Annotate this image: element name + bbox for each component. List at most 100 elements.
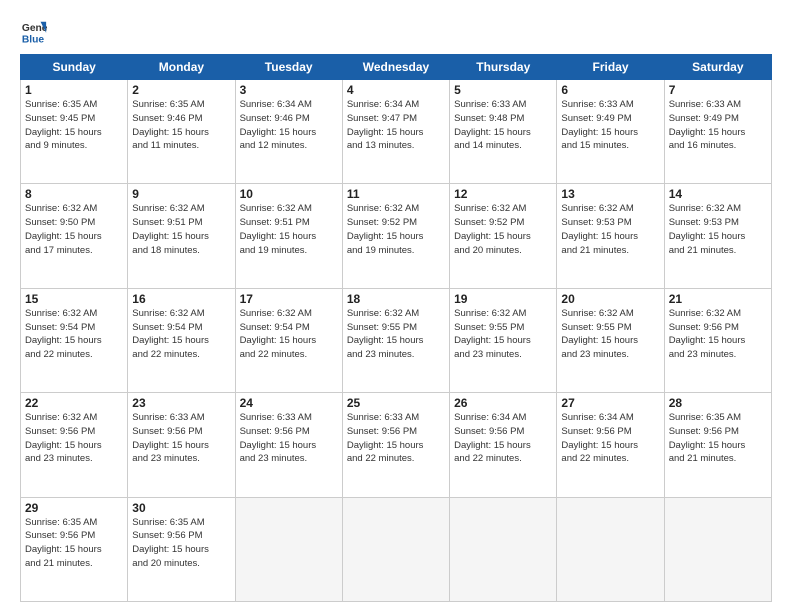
calendar-cell: 18Sunrise: 6:32 AMSunset: 9:55 PMDayligh… <box>342 288 449 392</box>
svg-text:Blue: Blue <box>22 34 45 45</box>
calendar-body: 1Sunrise: 6:35 AMSunset: 9:45 PMDaylight… <box>21 80 772 602</box>
calendar-cell: 30Sunrise: 6:35 AMSunset: 9:56 PMDayligh… <box>128 497 235 601</box>
day-number: 15 <box>25 292 123 306</box>
day-number: 3 <box>240 83 338 97</box>
day-number: 2 <box>132 83 230 97</box>
calendar-cell: 29Sunrise: 6:35 AMSunset: 9:56 PMDayligh… <box>21 497 128 601</box>
day-number: 9 <box>132 187 230 201</box>
day-number: 26 <box>454 396 552 410</box>
day-info: Sunrise: 6:32 AMSunset: 9:54 PMDaylight:… <box>240 307 338 362</box>
calendar-cell: 16Sunrise: 6:32 AMSunset: 9:54 PMDayligh… <box>128 288 235 392</box>
day-info: Sunrise: 6:32 AMSunset: 9:55 PMDaylight:… <box>454 307 552 362</box>
day-info: Sunrise: 6:32 AMSunset: 9:50 PMDaylight:… <box>25 202 123 257</box>
calendar-cell: 21Sunrise: 6:32 AMSunset: 9:56 PMDayligh… <box>664 288 771 392</box>
calendar-cell: 11Sunrise: 6:32 AMSunset: 9:52 PMDayligh… <box>342 184 449 288</box>
header: General Blue <box>20 18 772 46</box>
calendar-cell: 5Sunrise: 6:33 AMSunset: 9:48 PMDaylight… <box>450 80 557 184</box>
calendar-cell: 9Sunrise: 6:32 AMSunset: 9:51 PMDaylight… <box>128 184 235 288</box>
day-number: 17 <box>240 292 338 306</box>
day-number: 10 <box>240 187 338 201</box>
day-info: Sunrise: 6:33 AMSunset: 9:56 PMDaylight:… <box>347 411 445 466</box>
calendar-cell: 27Sunrise: 6:34 AMSunset: 9:56 PMDayligh… <box>557 393 664 497</box>
calendar-week-2: 8Sunrise: 6:32 AMSunset: 9:50 PMDaylight… <box>21 184 772 288</box>
day-info: Sunrise: 6:32 AMSunset: 9:54 PMDaylight:… <box>132 307 230 362</box>
weekday-header-friday: Friday <box>557 55 664 80</box>
calendar-cell <box>664 497 771 601</box>
calendar-cell: 26Sunrise: 6:34 AMSunset: 9:56 PMDayligh… <box>450 393 557 497</box>
day-number: 22 <box>25 396 123 410</box>
calendar-cell: 8Sunrise: 6:32 AMSunset: 9:50 PMDaylight… <box>21 184 128 288</box>
day-number: 30 <box>132 501 230 515</box>
day-number: 27 <box>561 396 659 410</box>
day-number: 18 <box>347 292 445 306</box>
calendar-cell: 10Sunrise: 6:32 AMSunset: 9:51 PMDayligh… <box>235 184 342 288</box>
day-info: Sunrise: 6:35 AMSunset: 9:56 PMDaylight:… <box>25 516 123 571</box>
day-info: Sunrise: 6:35 AMSunset: 9:46 PMDaylight:… <box>132 98 230 153</box>
calendar-cell: 24Sunrise: 6:33 AMSunset: 9:56 PMDayligh… <box>235 393 342 497</box>
day-number: 25 <box>347 396 445 410</box>
calendar-cell <box>557 497 664 601</box>
day-number: 20 <box>561 292 659 306</box>
day-info: Sunrise: 6:32 AMSunset: 9:53 PMDaylight:… <box>561 202 659 257</box>
weekday-header-sunday: Sunday <box>21 55 128 80</box>
day-info: Sunrise: 6:33 AMSunset: 9:49 PMDaylight:… <box>669 98 767 153</box>
calendar-cell <box>342 497 449 601</box>
weekday-header-thursday: Thursday <box>450 55 557 80</box>
day-number: 5 <box>454 83 552 97</box>
calendar-cell: 14Sunrise: 6:32 AMSunset: 9:53 PMDayligh… <box>664 184 771 288</box>
calendar-cell: 22Sunrise: 6:32 AMSunset: 9:56 PMDayligh… <box>21 393 128 497</box>
day-info: Sunrise: 6:32 AMSunset: 9:55 PMDaylight:… <box>561 307 659 362</box>
day-number: 21 <box>669 292 767 306</box>
calendar-cell: 7Sunrise: 6:33 AMSunset: 9:49 PMDaylight… <box>664 80 771 184</box>
day-info: Sunrise: 6:33 AMSunset: 9:56 PMDaylight:… <box>132 411 230 466</box>
calendar-cell: 12Sunrise: 6:32 AMSunset: 9:52 PMDayligh… <box>450 184 557 288</box>
day-info: Sunrise: 6:34 AMSunset: 9:56 PMDaylight:… <box>454 411 552 466</box>
day-info: Sunrise: 6:35 AMSunset: 9:56 PMDaylight:… <box>669 411 767 466</box>
weekday-header-tuesday: Tuesday <box>235 55 342 80</box>
day-number: 7 <box>669 83 767 97</box>
day-info: Sunrise: 6:34 AMSunset: 9:46 PMDaylight:… <box>240 98 338 153</box>
day-info: Sunrise: 6:33 AMSunset: 9:49 PMDaylight:… <box>561 98 659 153</box>
day-info: Sunrise: 6:33 AMSunset: 9:56 PMDaylight:… <box>240 411 338 466</box>
calendar-cell: 2Sunrise: 6:35 AMSunset: 9:46 PMDaylight… <box>128 80 235 184</box>
day-number: 19 <box>454 292 552 306</box>
day-info: Sunrise: 6:32 AMSunset: 9:51 PMDaylight:… <box>132 202 230 257</box>
weekday-header-monday: Monday <box>128 55 235 80</box>
weekday-header-wednesday: Wednesday <box>342 55 449 80</box>
day-number: 14 <box>669 187 767 201</box>
day-info: Sunrise: 6:35 AMSunset: 9:56 PMDaylight:… <box>132 516 230 571</box>
calendar-cell: 20Sunrise: 6:32 AMSunset: 9:55 PMDayligh… <box>557 288 664 392</box>
day-number: 1 <box>25 83 123 97</box>
calendar-cell: 17Sunrise: 6:32 AMSunset: 9:54 PMDayligh… <box>235 288 342 392</box>
calendar-cell: 13Sunrise: 6:32 AMSunset: 9:53 PMDayligh… <box>557 184 664 288</box>
day-number: 6 <box>561 83 659 97</box>
day-info: Sunrise: 6:32 AMSunset: 9:56 PMDaylight:… <box>25 411 123 466</box>
weekday-header-row: SundayMondayTuesdayWednesdayThursdayFrid… <box>21 55 772 80</box>
calendar-cell: 15Sunrise: 6:32 AMSunset: 9:54 PMDayligh… <box>21 288 128 392</box>
day-number: 11 <box>347 187 445 201</box>
calendar-cell: 1Sunrise: 6:35 AMSunset: 9:45 PMDaylight… <box>21 80 128 184</box>
day-number: 24 <box>240 396 338 410</box>
calendar-cell: 19Sunrise: 6:32 AMSunset: 9:55 PMDayligh… <box>450 288 557 392</box>
day-number: 13 <box>561 187 659 201</box>
day-number: 29 <box>25 501 123 515</box>
day-number: 4 <box>347 83 445 97</box>
calendar-cell <box>450 497 557 601</box>
day-info: Sunrise: 6:33 AMSunset: 9:48 PMDaylight:… <box>454 98 552 153</box>
day-info: Sunrise: 6:32 AMSunset: 9:54 PMDaylight:… <box>25 307 123 362</box>
calendar-table: SundayMondayTuesdayWednesdayThursdayFrid… <box>20 54 772 602</box>
day-info: Sunrise: 6:32 AMSunset: 9:51 PMDaylight:… <box>240 202 338 257</box>
calendar-cell: 25Sunrise: 6:33 AMSunset: 9:56 PMDayligh… <box>342 393 449 497</box>
day-number: 23 <box>132 396 230 410</box>
day-info: Sunrise: 6:32 AMSunset: 9:52 PMDaylight:… <box>347 202 445 257</box>
calendar-cell: 3Sunrise: 6:34 AMSunset: 9:46 PMDaylight… <box>235 80 342 184</box>
day-info: Sunrise: 6:32 AMSunset: 9:55 PMDaylight:… <box>347 307 445 362</box>
calendar-cell: 28Sunrise: 6:35 AMSunset: 9:56 PMDayligh… <box>664 393 771 497</box>
day-info: Sunrise: 6:32 AMSunset: 9:56 PMDaylight:… <box>669 307 767 362</box>
logo-icon: General Blue <box>20 18 48 46</box>
calendar-week-1: 1Sunrise: 6:35 AMSunset: 9:45 PMDaylight… <box>21 80 772 184</box>
calendar-cell: 4Sunrise: 6:34 AMSunset: 9:47 PMDaylight… <box>342 80 449 184</box>
day-info: Sunrise: 6:34 AMSunset: 9:56 PMDaylight:… <box>561 411 659 466</box>
day-info: Sunrise: 6:32 AMSunset: 9:53 PMDaylight:… <box>669 202 767 257</box>
calendar-cell: 23Sunrise: 6:33 AMSunset: 9:56 PMDayligh… <box>128 393 235 497</box>
